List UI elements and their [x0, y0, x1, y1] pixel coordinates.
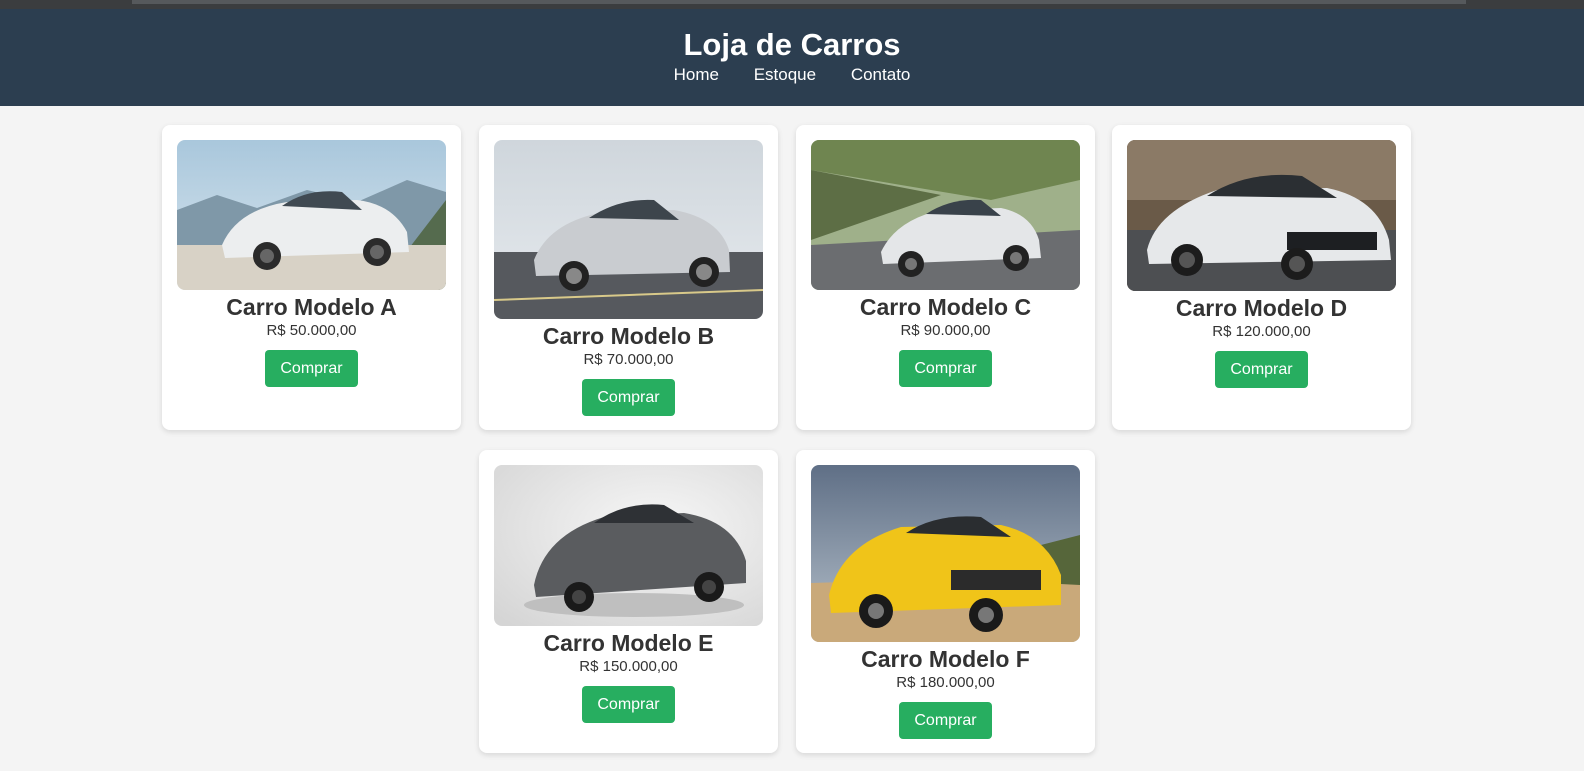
car-name: Carro Modelo F [861, 646, 1030, 672]
car-price: R$ 180.000,00 [896, 674, 995, 691]
car-d-photo [1127, 140, 1396, 291]
car-c-photo [811, 140, 1080, 290]
main-nav: Home Estoque Contato [0, 65, 1584, 85]
buy-button[interactable]: Comprar [899, 702, 992, 739]
car-name: Carro Modelo D [1175, 295, 1348, 321]
nav-estoque-link[interactable]: Estoque [754, 65, 816, 85]
window-top-strip [0, 0, 1584, 9]
car-card-b: Carro Modelo B R$ 70.000,00 Comprar [479, 125, 778, 430]
buy-button[interactable]: Comprar [899, 350, 992, 387]
car-f-info: Carro Modelo F R$ 180.000,00 Comprar [796, 646, 1095, 739]
buy-button[interactable]: Comprar [582, 686, 675, 723]
car-card-e: Carro Modelo E R$ 150.000,00 Comprar [479, 450, 778, 753]
site-header: Loja de Carros Home Estoque Contato [0, 9, 1584, 106]
car-card-f: Carro Modelo F R$ 180.000,00 Comprar [796, 450, 1095, 753]
car-name: Carro Modelo A [226, 294, 397, 320]
car-b-photo [494, 140, 763, 319]
car-price: R$ 150.000,00 [579, 658, 678, 675]
car-card-c: Carro Modelo C R$ 90.000,00 Comprar [796, 125, 1095, 430]
car-price: R$ 70.000,00 [583, 351, 674, 368]
buy-button[interactable]: Comprar [1215, 351, 1308, 388]
car-e-photo [494, 465, 763, 626]
nav-home-link[interactable]: Home [674, 65, 719, 85]
car-price: R$ 120.000,00 [1212, 323, 1311, 340]
nav-contato-link[interactable]: Contato [851, 65, 911, 85]
car-name: Carro Modelo E [543, 630, 714, 656]
car-name: Carro Modelo B [542, 323, 715, 349]
car-c-info: Carro Modelo C R$ 90.000,00 Comprar [796, 294, 1095, 387]
window-top-strip-inner [132, 0, 1466, 4]
car-a-info: Carro Modelo A R$ 50.000,00 Comprar [162, 294, 461, 387]
car-f-photo [811, 465, 1080, 642]
car-e-info: Carro Modelo E R$ 150.000,00 Comprar [479, 630, 778, 723]
buy-button[interactable]: Comprar [265, 350, 358, 387]
car-d-info: Carro Modelo D R$ 120.000,00 Comprar [1112, 295, 1411, 388]
car-price: R$ 90.000,00 [900, 322, 991, 339]
car-card-a: Carro Modelo A R$ 50.000,00 Comprar [162, 125, 461, 430]
car-price: R$ 50.000,00 [266, 322, 357, 339]
car-card-d: Carro Modelo D R$ 120.000,00 Comprar [1112, 125, 1411, 430]
car-b-info: Carro Modelo B R$ 70.000,00 Comprar [479, 323, 778, 416]
site-title: Loja de Carros [683, 27, 901, 62]
car-a-photo [177, 140, 446, 290]
car-name: Carro Modelo C [859, 294, 1032, 320]
buy-button[interactable]: Comprar [582, 379, 675, 416]
